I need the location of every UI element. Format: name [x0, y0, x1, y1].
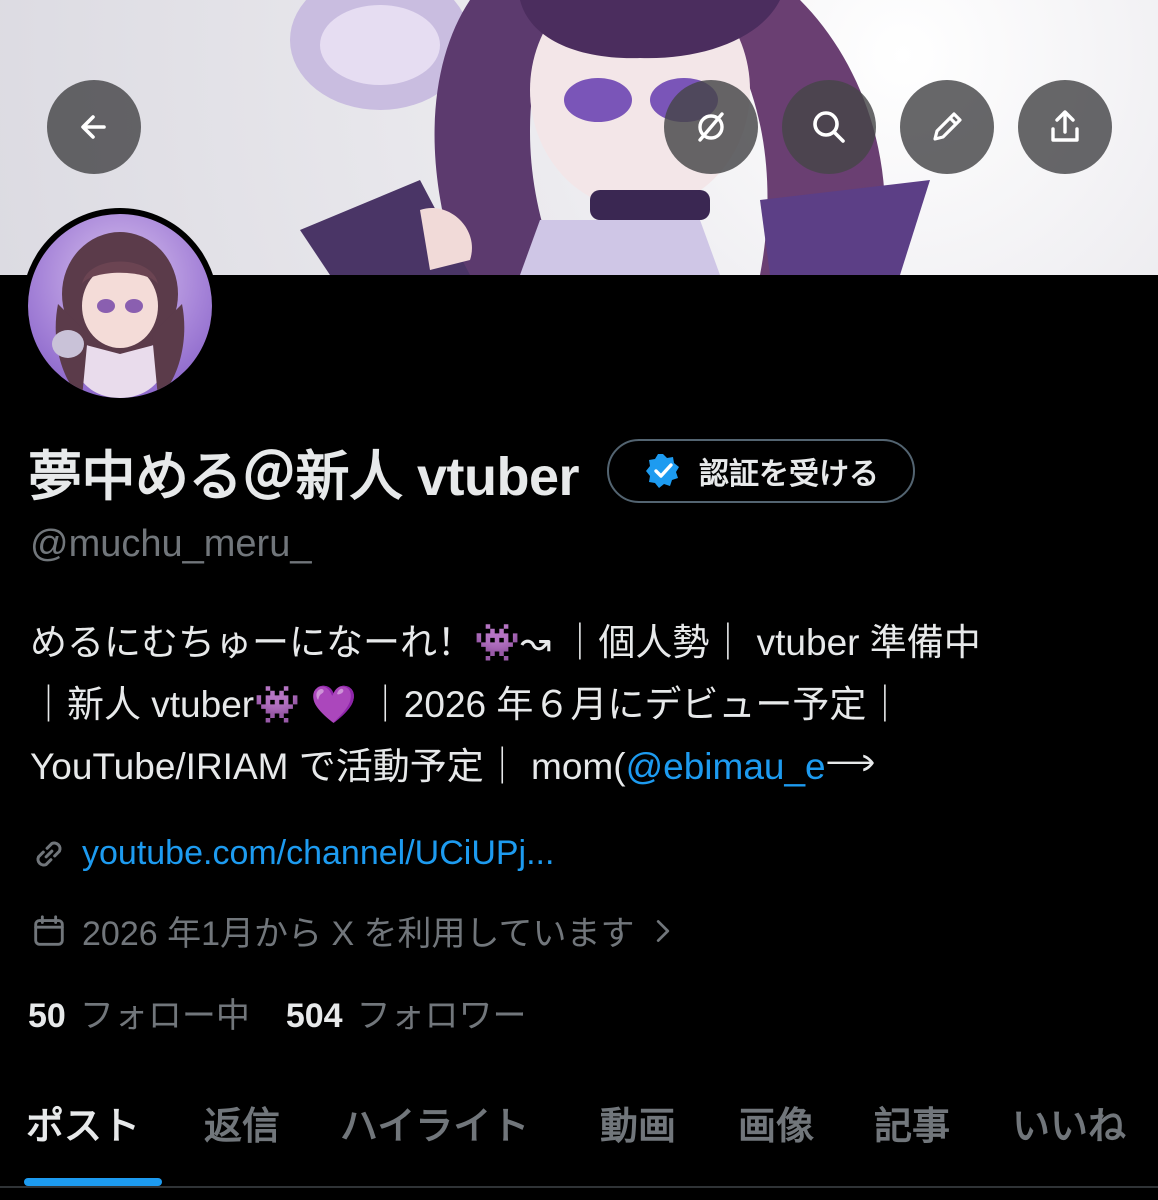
followers-label: フォロワー [356, 997, 527, 1035]
profile-tabs: ポスト 返信 ハイライト 動画 画像 記事 いいね [0, 1090, 1158, 1200]
chevron-right-icon [656, 919, 669, 942]
arrow-left-icon [81, 115, 106, 139]
profile-handle: @muchu_meru_ [30, 523, 312, 565]
back-button[interactable] [47, 80, 141, 174]
bio-tail: 𐃘 [825, 746, 876, 787]
profile-bio: めるにむちゅーになーれ！👾↝ ｜個人勢｜ vtuber 準備中 ｜新人 vtub… [30, 612, 1130, 798]
link-icon [36, 841, 62, 866]
profile-website-link[interactable]: youtube.com/channel/UCiUPj... [82, 834, 554, 873]
verified-badge-icon [646, 454, 680, 488]
grok-icon [698, 112, 724, 142]
tab-photos[interactable]: 画像 [738, 1090, 814, 1154]
bio-mention-link[interactable]: @ebimau_e [626, 746, 826, 787]
grok-button[interactable] [664, 80, 758, 174]
search-button[interactable] [782, 80, 876, 174]
tab-likes[interactable]: いいね [1012, 1090, 1126, 1154]
tab-highlights[interactable]: ハイライト [340, 1090, 529, 1154]
get-verified-button[interactable]: 認証を受ける [607, 439, 916, 503]
profile-joined-row[interactable]: 2026 年1月から X を利用しています [30, 906, 693, 955]
tabs-divider [0, 1186, 1158, 1188]
tab-videos[interactable]: 動画 [600, 1090, 676, 1154]
tab-articles[interactable]: 記事 [874, 1090, 950, 1154]
following-count: 50 [28, 997, 66, 1035]
get-verified-label: 認証を受ける [699, 458, 880, 491]
avatar[interactable] [22, 208, 218, 404]
avatar-image [28, 214, 212, 398]
bio-line-3: YouTube/IRIAM で活動予定｜ mom(@ebimau_e𐃘 [30, 736, 1130, 798]
profile-joined-text: 2026 年1月から X を利用しています [82, 915, 635, 953]
profile-link-row: youtube.com/channel/UCiUPj... [30, 834, 554, 873]
bio-line-2: ｜新人 vtuber👾 💜 ｜2026 年６月にデビュー予定｜ [30, 684, 904, 725]
followers-stat[interactable]: 504 フォロワー [286, 988, 527, 1037]
display-name: 夢中める＠新人 vtuber [28, 446, 580, 507]
tab-replies[interactable]: 返信 [204, 1090, 280, 1154]
active-tab-indicator [24, 1178, 162, 1186]
pencil-icon [933, 112, 962, 141]
search-icon [813, 111, 845, 143]
bio-line-1: めるにむちゅーになーれ！👾↝ ｜個人勢｜ vtuber 準備中 [30, 622, 981, 663]
share-button[interactable] [1018, 80, 1112, 174]
tab-posts[interactable]: ポスト [26, 1090, 140, 1154]
follow-stats: 50 フォロー中 504 フォロワー [28, 988, 527, 1037]
edit-button[interactable] [900, 80, 994, 174]
share-icon [1051, 110, 1079, 142]
followers-count: 504 [285, 997, 343, 1035]
name-row: 夢中める＠新人 vtuber 認証を受ける [28, 434, 916, 508]
bio-line-3-text: YouTube/IRIAM で活動予定｜ mom( [30, 746, 626, 787]
calendar-icon [34, 914, 64, 946]
following-stat[interactable]: 50 フォロー中 [28, 988, 250, 1037]
following-label: フォロー中 [79, 997, 250, 1035]
